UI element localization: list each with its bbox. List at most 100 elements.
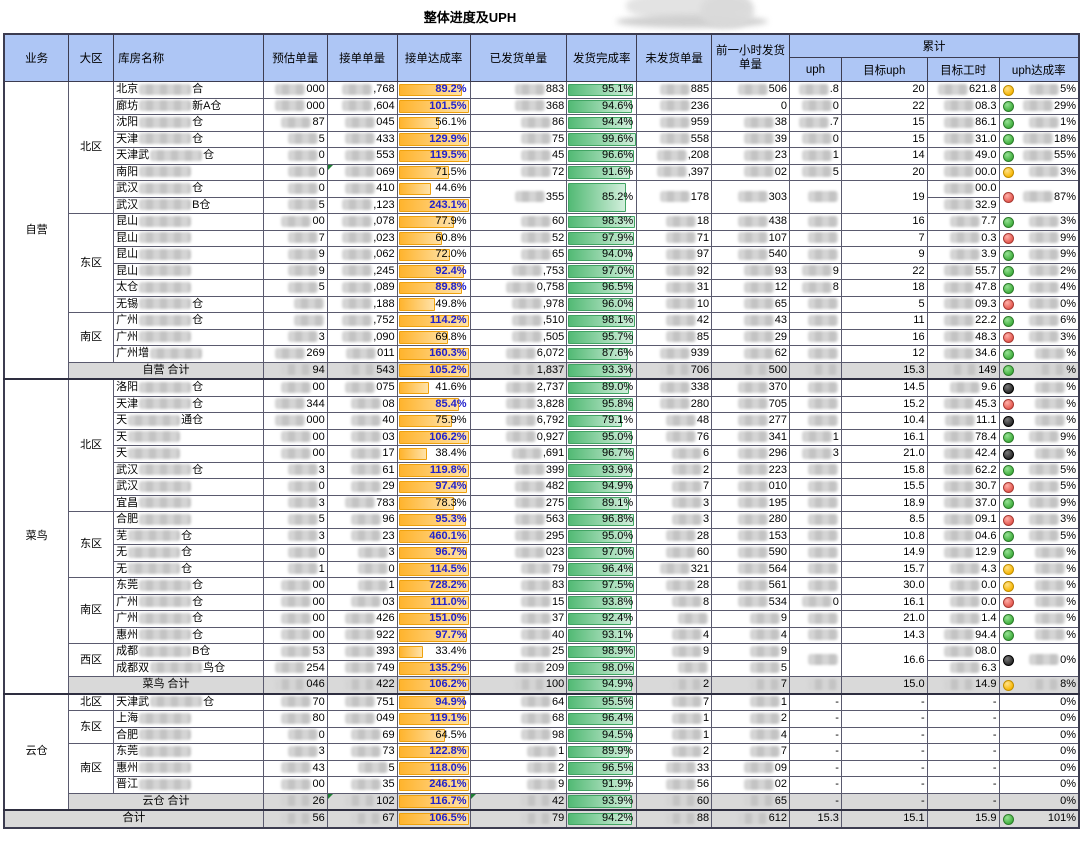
receive-rate-cell[interactable]: 728.2% [397, 578, 470, 595]
receive-rate-cell[interactable]: 116.7% [397, 793, 470, 810]
unshipped-orders-cell[interactable]: 4 [637, 627, 712, 644]
unshipped-orders-cell[interactable]: 28 [637, 528, 712, 545]
uph-rate-cell[interactable]: 4% [999, 280, 1079, 297]
unshipped-orders-cell[interactable]: 92 [637, 263, 712, 280]
target-hours-cell[interactable]: - [927, 694, 999, 711]
warehouse-name-cell[interactable]: 惠州 [114, 760, 264, 777]
uph-rate-cell[interactable]: 9% [999, 429, 1079, 446]
unshipped-orders-cell[interactable] [637, 660, 712, 677]
target-uph-cell[interactable]: 10.8 [841, 528, 927, 545]
target-uph-cell[interactable]: 22 [841, 263, 927, 280]
received-orders-cell[interactable]: 0 [327, 561, 397, 578]
col-received-orders[interactable]: 接单单量 [327, 34, 397, 82]
estimated-orders-cell[interactable]: 00 [263, 594, 327, 611]
col-region[interactable]: 大区 [69, 34, 114, 82]
prev-hour-shipped-cell[interactable]: 010 [712, 479, 790, 496]
receive-rate-cell[interactable]: 119.8% [397, 462, 470, 479]
warehouse-name-cell[interactable]: 广州仓 [114, 611, 264, 628]
unshipped-orders-cell[interactable]: 60 [637, 545, 712, 562]
prev-hour-shipped-cell[interactable]: 43 [712, 313, 790, 330]
uph-rate-cell[interactable]: 3% [999, 164, 1079, 181]
prev-hour-shipped-cell[interactable]: 38 [712, 115, 790, 132]
unshipped-orders-cell[interactable]: 33 [637, 760, 712, 777]
shipped-orders-cell[interactable]: 6,072 [470, 346, 567, 363]
estimated-orders-cell[interactable]: 000 [263, 98, 327, 115]
warehouse-name-cell[interactable]: 无锡仓 [114, 296, 264, 313]
shipped-orders-cell[interactable]: 209 [470, 660, 567, 677]
uph-cell[interactable]: .8 [789, 82, 841, 99]
unshipped-orders-cell[interactable]: 85 [637, 329, 712, 346]
prev-hour-shipped-cell[interactable]: 438 [712, 214, 790, 231]
received-orders-cell[interactable]: ,023 [327, 230, 397, 247]
unshipped-orders-cell[interactable]: 338 [637, 379, 712, 396]
shipped-orders-cell[interactable]: 100 [470, 677, 567, 694]
shipped-orders-cell[interactable]: 86 [470, 115, 567, 132]
region-cell[interactable]: 东区 [69, 512, 114, 578]
warehouse-name-cell[interactable]: 无仓 [114, 545, 264, 562]
shipped-orders-cell[interactable]: ,691 [470, 446, 567, 463]
target-hours-cell[interactable]: 47.8 [927, 280, 999, 297]
region-cell[interactable]: 东区 [69, 711, 114, 744]
received-orders-cell[interactable]: 069 [327, 164, 397, 181]
unshipped-orders-cell[interactable]: 42 [637, 313, 712, 330]
uph-rate-cell[interactable]: % [999, 594, 1079, 611]
unshipped-orders-cell[interactable]: 6 [637, 446, 712, 463]
target-hours-cell[interactable]: 08.3 [927, 98, 999, 115]
target-hours-cell[interactable]: 9.6 [927, 379, 999, 396]
estimated-orders-cell[interactable]: 5 [263, 197, 327, 214]
received-orders-cell[interactable]: ,768 [327, 82, 397, 99]
uph-cell[interactable] [789, 413, 841, 430]
receive-rate-cell[interactable]: 75.9% [397, 413, 470, 430]
warehouse-name-cell[interactable]: 天津武仓 [114, 694, 264, 711]
warehouse-name-cell[interactable]: 芜仓 [114, 528, 264, 545]
target-uph-cell[interactable]: - [841, 711, 927, 728]
uph-rate-cell[interactable]: % [999, 396, 1079, 413]
uph-rate-cell[interactable]: % [999, 379, 1079, 396]
shipped-orders-cell[interactable]: 9 [470, 777, 567, 794]
receive-rate-cell[interactable]: 85.4% [397, 396, 470, 413]
received-orders-cell[interactable]: 410 [327, 181, 397, 198]
uph-rate-cell[interactable]: % [999, 611, 1079, 628]
shipped-orders-cell[interactable]: 275 [470, 495, 567, 512]
target-hours-cell[interactable]: 7.7 [927, 214, 999, 231]
shipped-orders-cell[interactable]: 79 [470, 810, 567, 828]
receive-rate-cell[interactable]: 160.3% [397, 346, 470, 363]
target-uph-cell[interactable]: 11 [841, 313, 927, 330]
shipped-orders-cell[interactable]: 65 [470, 247, 567, 264]
uph-cell[interactable]: - [789, 793, 841, 810]
received-orders-cell[interactable]: 23 [327, 528, 397, 545]
unshipped-orders-cell[interactable]: 2 [637, 462, 712, 479]
col-prev-hour-shipped[interactable]: 前一小时发货单量 [712, 34, 790, 82]
uph-cell[interactable]: - [789, 760, 841, 777]
receive-rate-cell[interactable]: 56.1% [397, 115, 470, 132]
estimated-orders-cell[interactable]: 0 [263, 181, 327, 198]
receive-rate-cell[interactable]: 118.0% [397, 760, 470, 777]
estimated-orders-cell[interactable] [263, 313, 327, 330]
warehouse-name-cell[interactable]: 昆山 [114, 263, 264, 280]
uph-rate-cell[interactable]: 9% [999, 230, 1079, 247]
unshipped-orders-cell[interactable]: ,208 [637, 148, 712, 165]
target-uph-cell[interactable]: 19 [841, 181, 927, 214]
ship-rate-cell[interactable]: 91.6% [567, 164, 637, 181]
uph-rate-cell[interactable]: 0% [999, 727, 1079, 744]
prev-hour-shipped-cell[interactable]: 2 [712, 711, 790, 728]
uph-cell[interactable] [789, 379, 841, 396]
target-uph-cell[interactable]: 18.9 [841, 495, 927, 512]
shipped-orders-cell[interactable]: 37 [470, 611, 567, 628]
estimated-orders-cell[interactable]: 00 [263, 214, 327, 231]
uph-rate-cell[interactable]: % [999, 561, 1079, 578]
uph-cell[interactable]: 0 [789, 98, 841, 115]
target-uph-cell[interactable]: 16.6 [841, 644, 927, 677]
target-uph-cell[interactable]: 14 [841, 148, 927, 165]
ship-rate-cell[interactable]: 94.2% [567, 810, 637, 828]
unshipped-orders-cell[interactable]: 60 [637, 793, 712, 810]
col-shipped-orders[interactable]: 已发货单量 [470, 34, 567, 82]
target-uph-cell[interactable]: 5 [841, 296, 927, 313]
prev-hour-shipped-cell[interactable]: 612 [712, 810, 790, 828]
warehouse-name-cell[interactable]: 无仓 [114, 561, 264, 578]
target-hours-cell[interactable]: 15.9 [927, 810, 999, 828]
estimated-orders-cell[interactable]: 254 [263, 660, 327, 677]
unshipped-orders-cell[interactable]: 2 [637, 677, 712, 694]
received-orders-cell[interactable]: ,090 [327, 329, 397, 346]
receive-rate-cell[interactable]: 129.9% [397, 131, 470, 148]
